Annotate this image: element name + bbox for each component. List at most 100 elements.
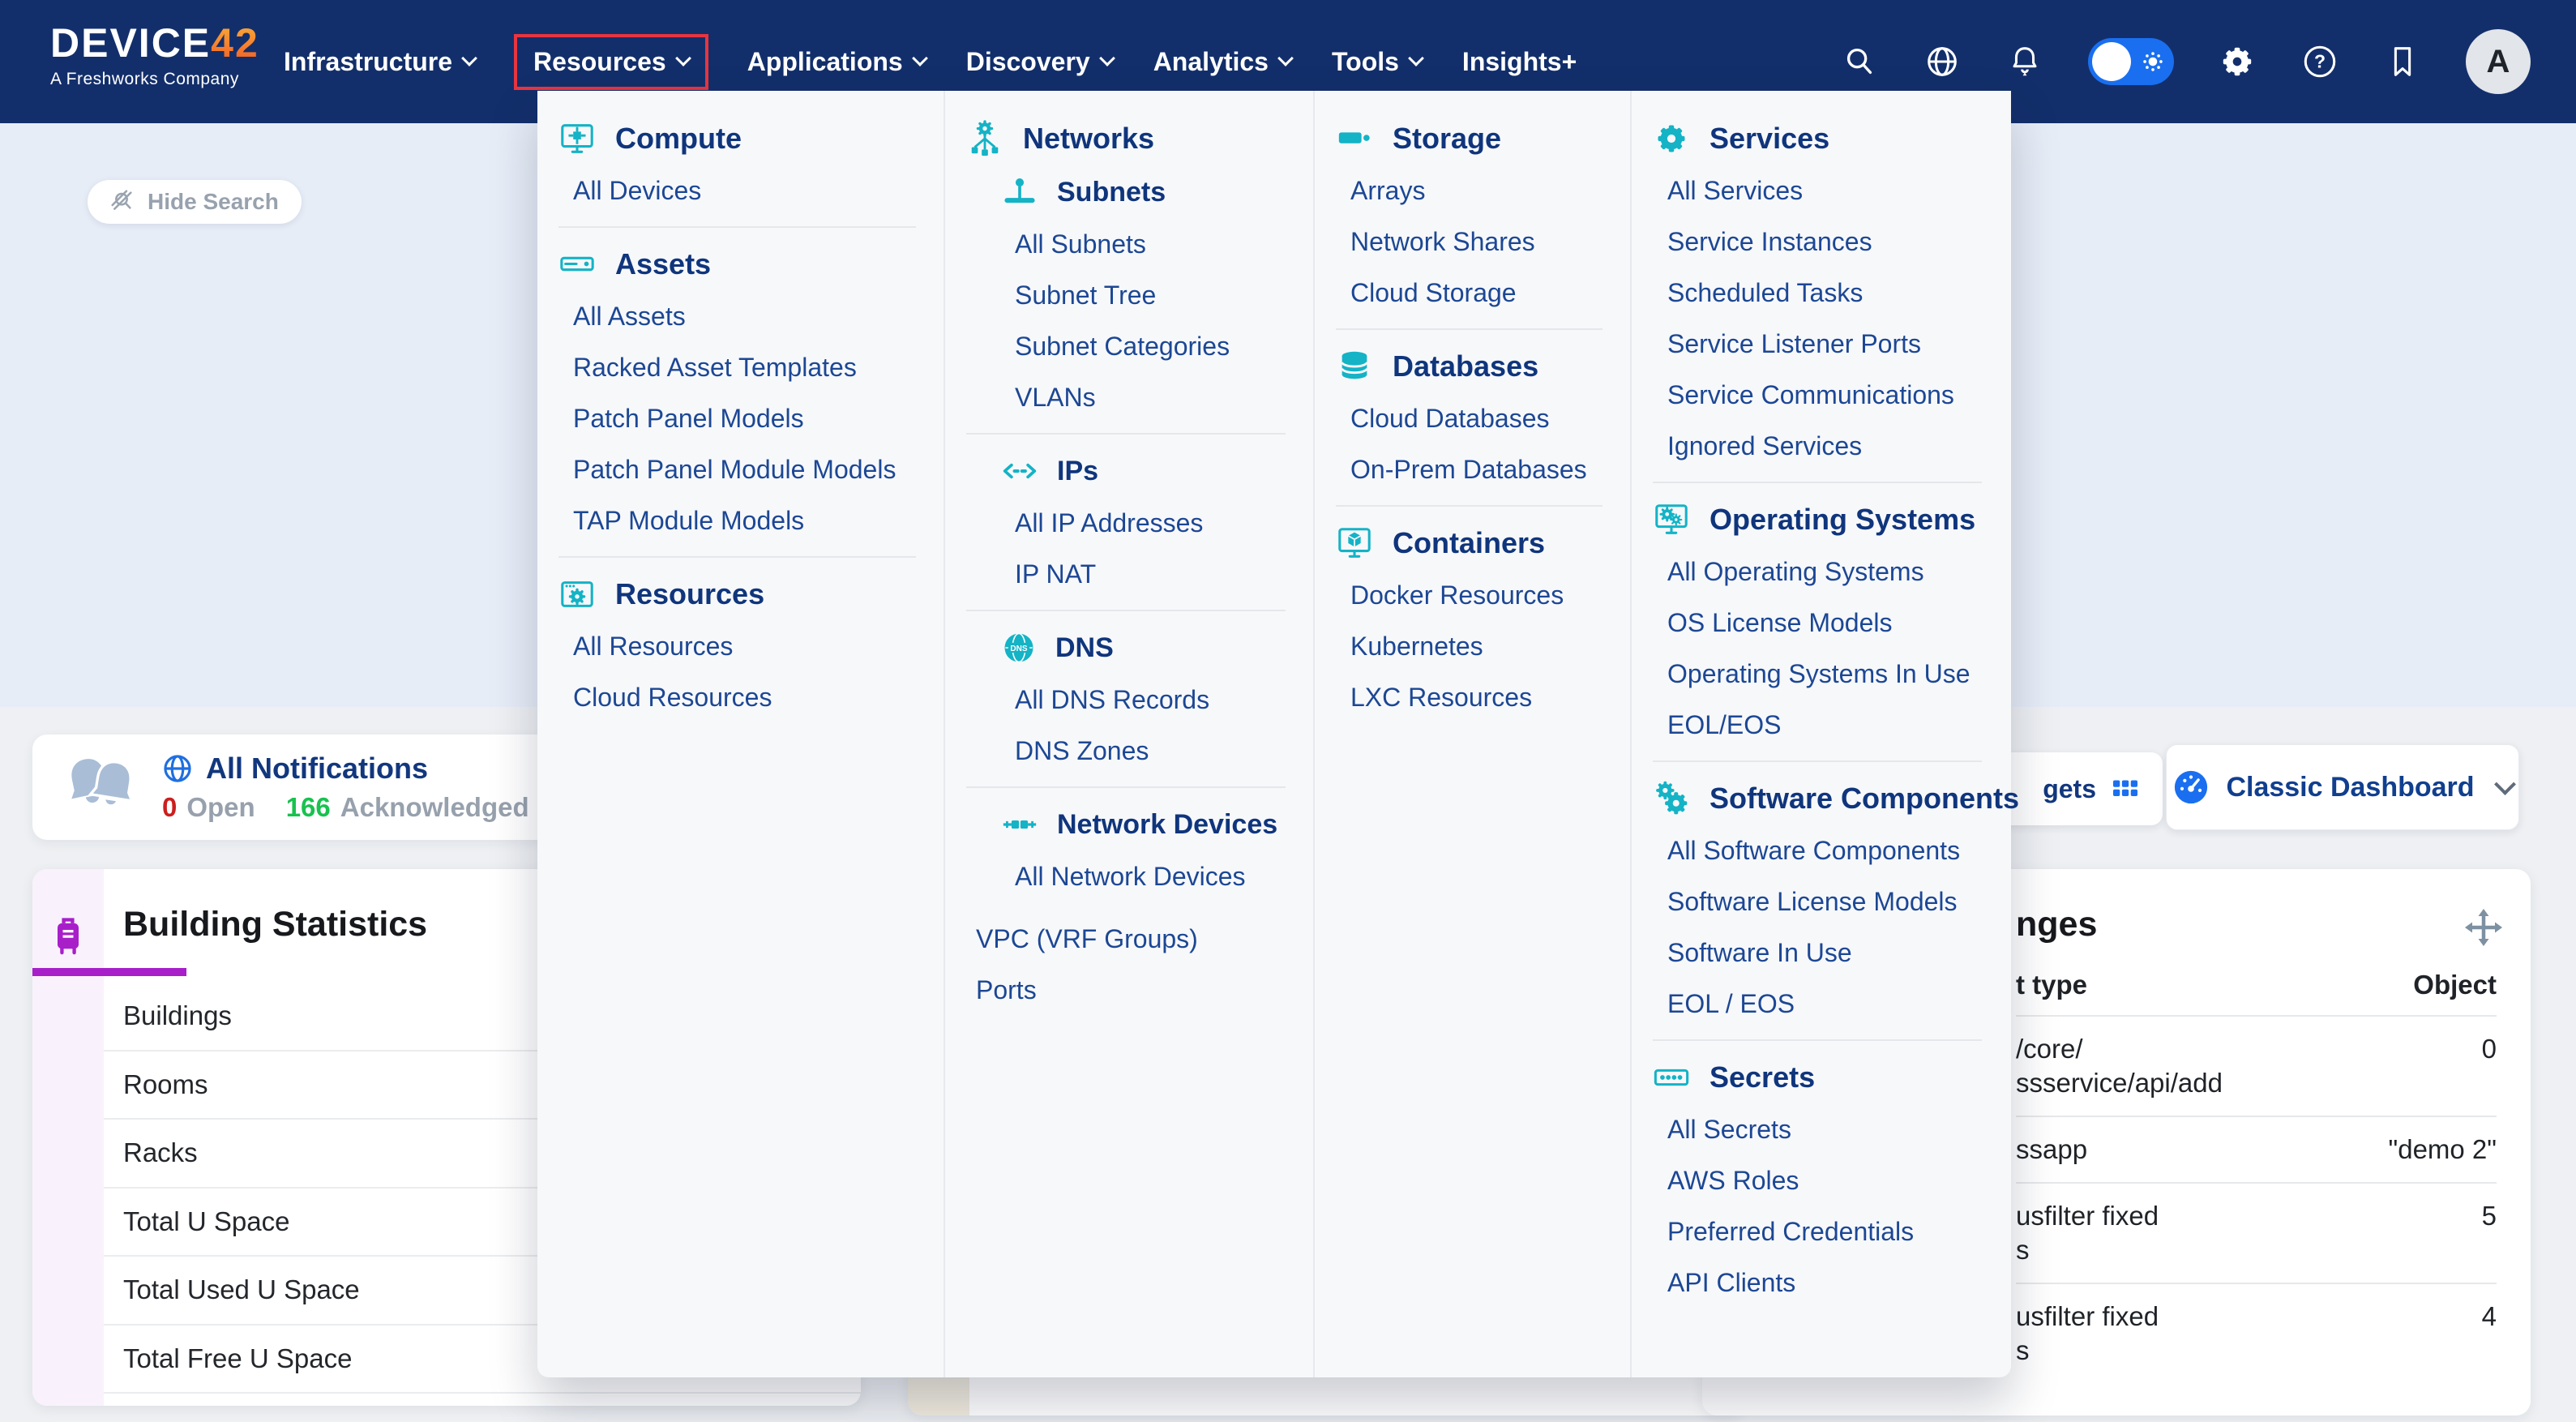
menu-item[interactable]: Cloud Storage: [1315, 268, 1630, 319]
menu-section-title[interactable]: Operating Systems: [1632, 493, 2009, 546]
menu-section-label: Subnets: [1057, 177, 1166, 208]
menu-section-title[interactable]: Services: [1632, 112, 2009, 165]
resources-mega-menu: ComputeAll Devices AssetsAll AssetsRacked…: [537, 91, 2011, 1377]
nav-item-insights-[interactable]: Insights+: [1461, 37, 1578, 87]
menu-divider: [1336, 328, 1603, 330]
compute-icon: [558, 120, 596, 157]
move-icon[interactable]: [2464, 908, 2503, 947]
svg-text:DNS: DNS: [1010, 645, 1028, 653]
menu-item[interactable]: Kubernetes: [1315, 621, 1630, 672]
menu-item[interactable]: Service Listener Ports: [1632, 319, 2009, 370]
menu-item[interactable]: Service Communications: [1632, 370, 2009, 421]
menu-item[interactable]: EOL / EOS: [1632, 979, 2009, 1030]
nav-item-infrastructure[interactable]: Infrastructure: [282, 37, 477, 87]
menu-item[interactable]: TAP Module Models: [537, 495, 944, 546]
open-count: 0: [162, 792, 177, 823]
bookmark-icon[interactable]: [2383, 42, 2422, 81]
menu-section-label: Services: [1709, 122, 1829, 156]
nav-item-label: Infrastructure: [284, 47, 452, 77]
menu-item[interactable]: Software In Use: [1632, 927, 2009, 979]
chevron-down-icon: [2494, 773, 2516, 795]
menu-item[interactable]: All Network Devices: [945, 851, 1313, 902]
menu-section-title[interactable]: Secrets: [1632, 1051, 2009, 1104]
menu-item[interactable]: Patch Panel Module Models: [537, 444, 944, 495]
nav-item-analytics[interactable]: Analytics: [1152, 37, 1293, 87]
nav-item-applications[interactable]: Applications: [746, 37, 927, 87]
nav-item-tools[interactable]: Tools: [1330, 37, 1423, 87]
menu-item[interactable]: Cloud Databases: [1315, 393, 1630, 444]
menu-item[interactable]: Network Shares: [1315, 216, 1630, 268]
logo[interactable]: DEVICE42 A Freshworks Company: [50, 21, 259, 89]
bell-icon[interactable]: [2005, 42, 2044, 81]
menu-item[interactable]: Preferred Credentials: [1632, 1206, 2009, 1257]
menu-item[interactable]: Operating Systems In Use: [1632, 649, 2009, 700]
nav-item-discovery[interactable]: Discovery: [965, 37, 1115, 87]
menu-item[interactable]: VLANs: [945, 372, 1313, 423]
menu-item[interactable]: Subnet Categories: [945, 321, 1313, 372]
hide-search-button[interactable]: Hide Search: [88, 180, 302, 224]
menu-item[interactable]: Scheduled Tasks: [1632, 268, 2009, 319]
menu-item[interactable]: All Devices: [537, 165, 944, 216]
menu-item[interactable]: All Secrets: [1632, 1104, 2009, 1155]
secrets-icon: [1653, 1059, 1690, 1096]
menu-item[interactable]: All Software Components: [1632, 825, 2009, 876]
menu-section-title[interactable]: IPs: [945, 444, 1313, 498]
menu-section-title[interactable]: Databases: [1315, 340, 1630, 393]
menu-item[interactable]: Racked Asset Templates: [537, 342, 944, 393]
help-icon[interactable]: ?: [2300, 42, 2339, 81]
menu-item[interactable]: Ports: [945, 965, 1313, 1016]
menu-item[interactable]: All DNS Records: [945, 675, 1313, 726]
menu-item[interactable]: Arrays: [1315, 165, 1630, 216]
menu-item[interactable]: OS License Models: [1632, 597, 2009, 649]
menu-item[interactable]: EOL/EOS: [1632, 700, 2009, 751]
menu-section-label: IPs: [1057, 456, 1098, 487]
gear-icon[interactable]: [2218, 42, 2257, 81]
menu-section-label: Databases: [1393, 349, 1538, 383]
changes-card-title-fragment: nges: [2016, 905, 2097, 944]
menu-section-title[interactable]: DNS DNS: [945, 621, 1313, 675]
menu-item[interactable]: API Clients: [1632, 1257, 2009, 1308]
menu-item[interactable]: DNS Zones: [945, 726, 1313, 777]
networks-icon: [966, 120, 1003, 157]
classic-dashboard-button[interactable]: Classic Dashboard: [2166, 744, 2519, 830]
menu-item[interactable]: All Services: [1632, 165, 2009, 216]
menu-item[interactable]: Docker Resources: [1315, 570, 1630, 621]
menu-item[interactable]: Service Instances: [1632, 216, 2009, 268]
theme-toggle[interactable]: [2088, 38, 2174, 85]
menu-section-title[interactable]: Networks: [945, 112, 1313, 165]
table-row: ssapp"demo 2": [2016, 1117, 2497, 1184]
menu-item[interactable]: IP NAT: [945, 549, 1313, 600]
menu-section-label: Networks: [1023, 122, 1154, 156]
menu-section-title[interactable]: Compute: [537, 112, 944, 165]
chevron-down-icon: [912, 50, 928, 66]
menu-item[interactable]: VPC (VRF Groups): [945, 914, 1313, 965]
menu-section-title[interactable]: Resources: [537, 568, 944, 621]
menu-section-title[interactable]: Network Devices: [945, 798, 1313, 851]
menu-section-title[interactable]: Storage: [1315, 112, 1630, 165]
mega-menu-column-4: Services All ServicesService InstancesSch…: [1632, 91, 2009, 1377]
menu-item[interactable]: Cloud Resources: [537, 672, 944, 723]
menu-item[interactable]: On-Prem Databases: [1315, 444, 1630, 495]
menu-section-label: Containers: [1393, 526, 1545, 560]
menu-item[interactable]: All Subnets: [945, 219, 1313, 270]
menu-item[interactable]: Patch Panel Models: [537, 393, 944, 444]
menu-item[interactable]: Ignored Services: [1632, 421, 2009, 472]
search-icon[interactable]: [1840, 42, 1879, 81]
menu-section-label: DNS: [1055, 632, 1114, 664]
menu-item[interactable]: All IP Addresses: [945, 498, 1313, 549]
menu-section-title[interactable]: Containers: [1315, 516, 1630, 570]
menu-item[interactable]: AWS Roles: [1632, 1155, 2009, 1206]
nav-item-resources[interactable]: Resources: [514, 34, 708, 90]
menu-item[interactable]: LXC Resources: [1315, 672, 1630, 723]
menu-section-title[interactable]: Software Components: [1632, 772, 2009, 825]
menu-section-title[interactable]: Assets: [537, 238, 944, 291]
mega-menu-column-2: Networks Subnets All SubnetsSubnet TreeSub…: [945, 91, 1315, 1377]
menu-item[interactable]: All Resources: [537, 621, 944, 672]
globe-icon[interactable]: [1923, 42, 1962, 81]
menu-section-title[interactable]: Subnets: [945, 165, 1313, 219]
menu-item[interactable]: All Assets: [537, 291, 944, 342]
avatar[interactable]: A: [2466, 29, 2531, 94]
menu-item[interactable]: Subnet Tree: [945, 270, 1313, 321]
menu-item[interactable]: Software License Models: [1632, 876, 2009, 927]
menu-item[interactable]: All Operating Systems: [1632, 546, 2009, 597]
